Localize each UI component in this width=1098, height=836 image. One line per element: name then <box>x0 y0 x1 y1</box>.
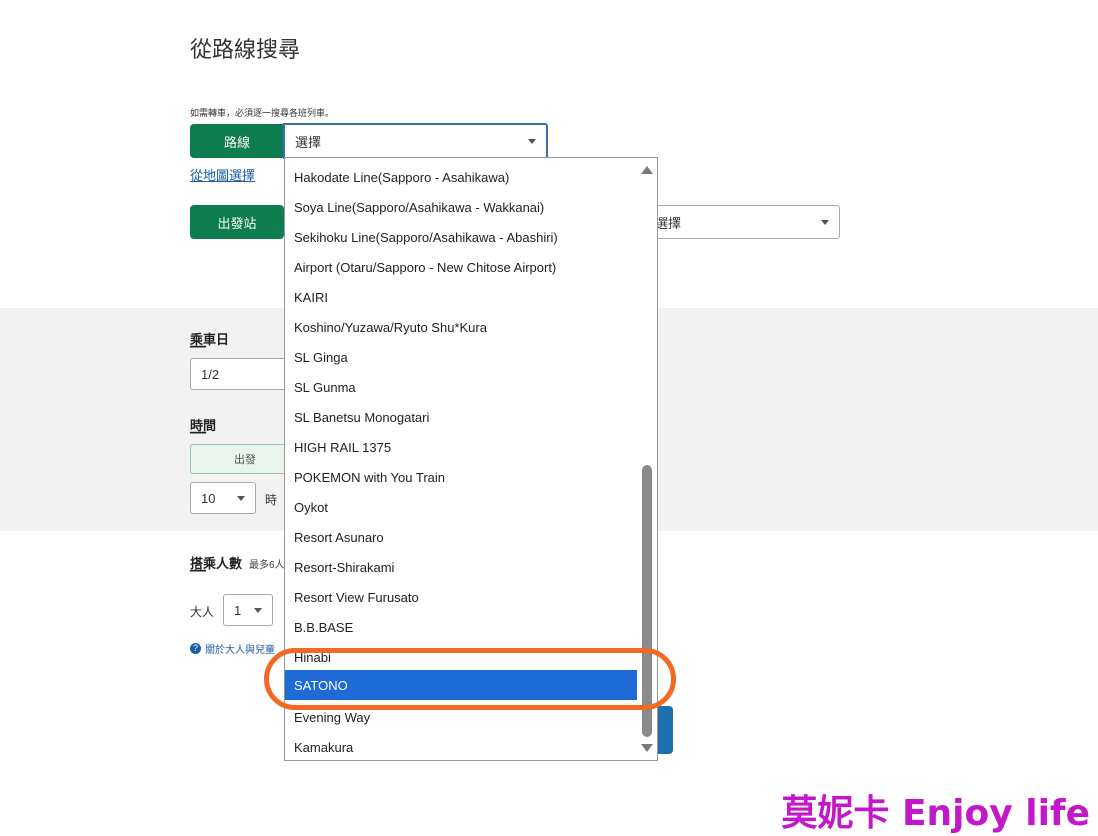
highlight-circle-annotation <box>264 648 676 710</box>
dropdown-option[interactable]: SL Banetsu Monogatari <box>285 402 637 432</box>
time-dash: ━━━ <box>190 428 206 439</box>
scroll-down-icon[interactable] <box>641 744 653 752</box>
question-icon: ? <box>190 643 201 654</box>
arrival-station-select[interactable]: 選擇 <box>640 205 840 239</box>
watermark: 莫妮卡 Enjoy life <box>781 793 1090 834</box>
dropdown-option[interactable]: KAIRI <box>285 282 637 312</box>
arrival-station-value: 選擇 <box>655 215 682 231</box>
ride-date-value: 1/2 <box>201 366 220 382</box>
dropdown-option[interactable]: Soya Line(Sapporo/Asahikawa - Wakkanai) <box>285 192 637 222</box>
adult-count-value: 1 <box>234 602 242 618</box>
passengers-dash: ━━━ <box>190 566 206 577</box>
transfer-note: 如需轉車，必須逐一搜尋各班列車。 <box>190 108 335 118</box>
route-select[interactable]: 選擇 <box>283 123 548 159</box>
chevron-down-icon <box>237 496 245 501</box>
route-select-value: 選擇 <box>295 134 322 150</box>
dropdown-option[interactable]: POKEMON with You Train <box>285 462 637 492</box>
dropdown-option[interactable]: Hakodate Line(Sapporo - Asahikawa) <box>285 162 637 192</box>
dropdown-option[interactable]: HIGH RAIL 1375 <box>285 432 637 462</box>
hour-select[interactable]: 10 <box>190 482 256 514</box>
route-label: 路線 <box>190 124 284 158</box>
passengers-max: 最多6人 <box>249 560 285 571</box>
select-from-map-link[interactable]: 從地圖選擇 <box>190 165 255 184</box>
adult-child-help-link[interactable]: ? 關於大人與兒童 <box>190 641 284 656</box>
departure-station-label: 出發站 <box>190 205 284 239</box>
dropdown-option[interactable]: Kamakura <box>285 732 637 760</box>
dropdown-option[interactable]: SL Gunma <box>285 372 637 402</box>
help-link-text: 關於大人與兒童 <box>205 645 275 656</box>
dropdown-option[interactable]: B.B.BASE <box>285 612 637 642</box>
dropdown-option[interactable]: Resort-Shirakami <box>285 552 637 582</box>
dropdown-option[interactable]: Resort Asunaro <box>285 522 637 552</box>
dropdown-option[interactable]: Airport (Otaru/Sapporo - New Chitose Air… <box>285 252 637 282</box>
hour-value: 10 <box>201 490 216 506</box>
scroll-up-icon[interactable] <box>641 166 653 174</box>
chevron-down-icon <box>254 608 262 613</box>
dropdown-option[interactable]: Oykot <box>285 492 637 522</box>
dropdown-option[interactable]: Koshino/Yuzawa/Ryuto Shu*Kura <box>285 312 637 342</box>
hour-unit: 時 <box>265 493 278 507</box>
ride-date-dash: ━━━ <box>190 342 206 353</box>
chevron-down-icon <box>528 139 536 144</box>
chevron-down-icon <box>821 220 829 225</box>
dropdown-option[interactable]: Sekihoku Line(Sapporo/Asahikawa - Abashi… <box>285 222 637 252</box>
page-title: 從路線搜尋 <box>190 37 301 62</box>
adult-label: 大人 <box>190 605 215 619</box>
dropdown-option[interactable]: Resort View Furusato <box>285 582 637 612</box>
adult-count-select[interactable]: 1 <box>223 594 273 626</box>
dropdown-option[interactable]: SL Ginga <box>285 342 637 372</box>
